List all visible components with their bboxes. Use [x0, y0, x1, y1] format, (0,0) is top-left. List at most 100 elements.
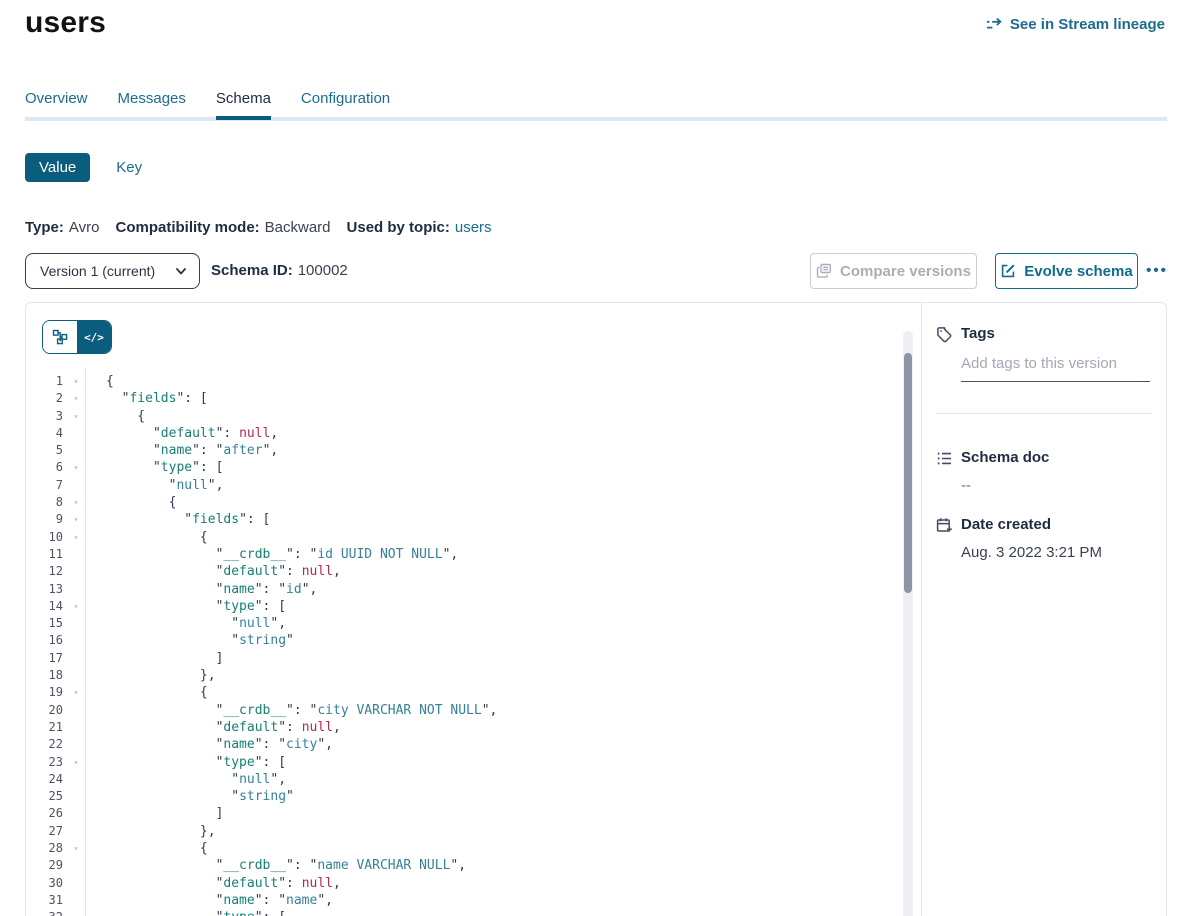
schema-code-editor[interactable]: 1▾{2▾ "fields": [3▾ {4 "default": null,5… [26, 373, 898, 916]
schema-meta: Type:Avro Compatibility mode:Backward Us… [25, 219, 492, 236]
code-text: "null", [83, 477, 223, 494]
code-line: 26 ] [26, 805, 898, 822]
code-line: 20 "__crdb__": "city VARCHAR NOT NULL", [26, 702, 898, 719]
code-text: { [83, 494, 176, 511]
line-number: 4 [26, 425, 63, 442]
fold-caret-icon[interactable]: ▾ [69, 494, 83, 511]
fold-spacer [69, 788, 83, 805]
fold-spacer [69, 563, 83, 580]
fold-spacer [69, 857, 83, 874]
schema-doc-title: Schema doc [961, 449, 1049, 466]
line-number: 32 [26, 909, 63, 916]
code-text: "__crdb__": "id UUID NOT NULL", [83, 546, 458, 563]
line-number: 26 [26, 805, 63, 822]
line-number: 22 [26, 736, 63, 753]
code-line: 24 "null", [26, 771, 898, 788]
add-tags-input[interactable] [961, 353, 1150, 382]
line-number: 19 [26, 684, 63, 701]
fold-caret-icon[interactable]: ▾ [69, 840, 83, 857]
key-toggle-button[interactable]: Key [116, 159, 142, 176]
line-number: 1 [26, 373, 63, 390]
schema-doc-value: -- [961, 477, 971, 494]
compare-versions-label: Compare versions [840, 263, 971, 280]
fold-spacer [69, 719, 83, 736]
editor-scrollbar-thumb[interactable] [904, 353, 912, 593]
fold-caret-icon[interactable]: ▾ [69, 459, 83, 476]
code-text: "__crdb__": "city VARCHAR NOT NULL", [83, 702, 497, 719]
fold-caret-icon[interactable]: ▾ [69, 598, 83, 615]
fold-caret-icon[interactable]: ▾ [69, 390, 83, 407]
fold-spacer [69, 581, 83, 598]
tab-messages[interactable]: Messages [118, 90, 186, 120]
code-line: 14▾ "type": [ [26, 598, 898, 615]
code-view-button[interactable]: </> [77, 321, 111, 353]
tab-configuration[interactable]: Configuration [301, 90, 390, 120]
line-number: 17 [26, 650, 63, 667]
code-text: "default": null, [83, 719, 341, 736]
line-number: 11 [26, 546, 63, 563]
code-text: }, [83, 667, 216, 684]
compare-versions-icon [816, 263, 832, 279]
sidebar-divider [936, 413, 1152, 414]
version-select[interactable]: Version 1 (current) [25, 253, 200, 289]
code-text: "default": null, [83, 425, 278, 442]
line-number: 28 [26, 840, 63, 857]
tab-schema[interactable]: Schema [216, 90, 271, 120]
line-number: 29 [26, 857, 63, 874]
line-number: 15 [26, 615, 63, 632]
fold-spacer [69, 425, 83, 442]
date-created-value: Aug. 3 2022 3:21 PM [961, 544, 1102, 561]
type-label: Type: [25, 219, 64, 236]
code-line: 8▾ { [26, 494, 898, 511]
line-number: 2 [26, 390, 63, 407]
fold-caret-icon[interactable]: ▾ [69, 754, 83, 771]
topic-meta: Used by topic:users [347, 219, 492, 236]
code-text: "name": "id", [83, 581, 317, 598]
code-text: { [83, 840, 208, 857]
value-toggle-button[interactable]: Value [25, 153, 90, 182]
fold-caret-icon[interactable]: ▾ [69, 408, 83, 425]
code-text: "fields": [ [83, 390, 208, 407]
compare-versions-button[interactable]: Compare versions [810, 253, 977, 289]
line-number: 10 [26, 529, 63, 546]
fold-spacer [69, 650, 83, 667]
compat-label: Compatibility mode: [115, 219, 259, 236]
edit-schema-icon [1000, 263, 1016, 279]
fold-caret-icon[interactable]: ▾ [69, 684, 83, 701]
code-line: 15 "null", [26, 615, 898, 632]
evolve-schema-button[interactable]: Evolve schema [995, 253, 1138, 289]
line-number: 21 [26, 719, 63, 736]
code-text: "default": null, [83, 875, 341, 892]
code-line: 31 "name": "name", [26, 892, 898, 909]
topic-link[interactable]: users [455, 219, 492, 236]
tree-view-button[interactable] [43, 321, 77, 353]
type-value: Avro [69, 219, 100, 236]
fold-spacer [69, 667, 83, 684]
schema-part-toggle: Value Key [25, 153, 142, 182]
line-number: 18 [26, 667, 63, 684]
code-text: "__crdb__": "name VARCHAR NULL", [83, 857, 466, 874]
fold-caret-icon[interactable]: ▾ [69, 373, 83, 390]
more-options-button[interactable]: ••• [1140, 253, 1174, 289]
code-text: "string" [83, 632, 294, 649]
fold-spacer [69, 823, 83, 840]
fold-caret-icon[interactable]: ▾ [69, 529, 83, 546]
code-text: ] [83, 805, 223, 822]
code-view-icon: </> [84, 331, 104, 344]
fold-caret-icon[interactable]: ▾ [69, 511, 83, 528]
fold-spacer [69, 805, 83, 822]
fold-spacer [69, 477, 83, 494]
schema-view-toggle: </> [42, 320, 112, 354]
fold-caret-icon[interactable]: ▾ [69, 909, 83, 916]
code-line: 4 "default": null, [26, 425, 898, 442]
see-in-stream-lineage-link[interactable]: See in Stream lineage [986, 16, 1165, 33]
date-created-title: Date created [961, 516, 1051, 533]
date-created-icon [936, 517, 953, 534]
schema-id-label: Schema ID: [211, 262, 293, 279]
code-line: 10▾ { [26, 529, 898, 546]
code-line: 16 "string" [26, 632, 898, 649]
tab-bar: Overview Messages Schema Configuration [25, 90, 390, 120]
tab-overview[interactable]: Overview [25, 90, 88, 120]
line-number: 16 [26, 632, 63, 649]
tag-icon [936, 326, 953, 343]
